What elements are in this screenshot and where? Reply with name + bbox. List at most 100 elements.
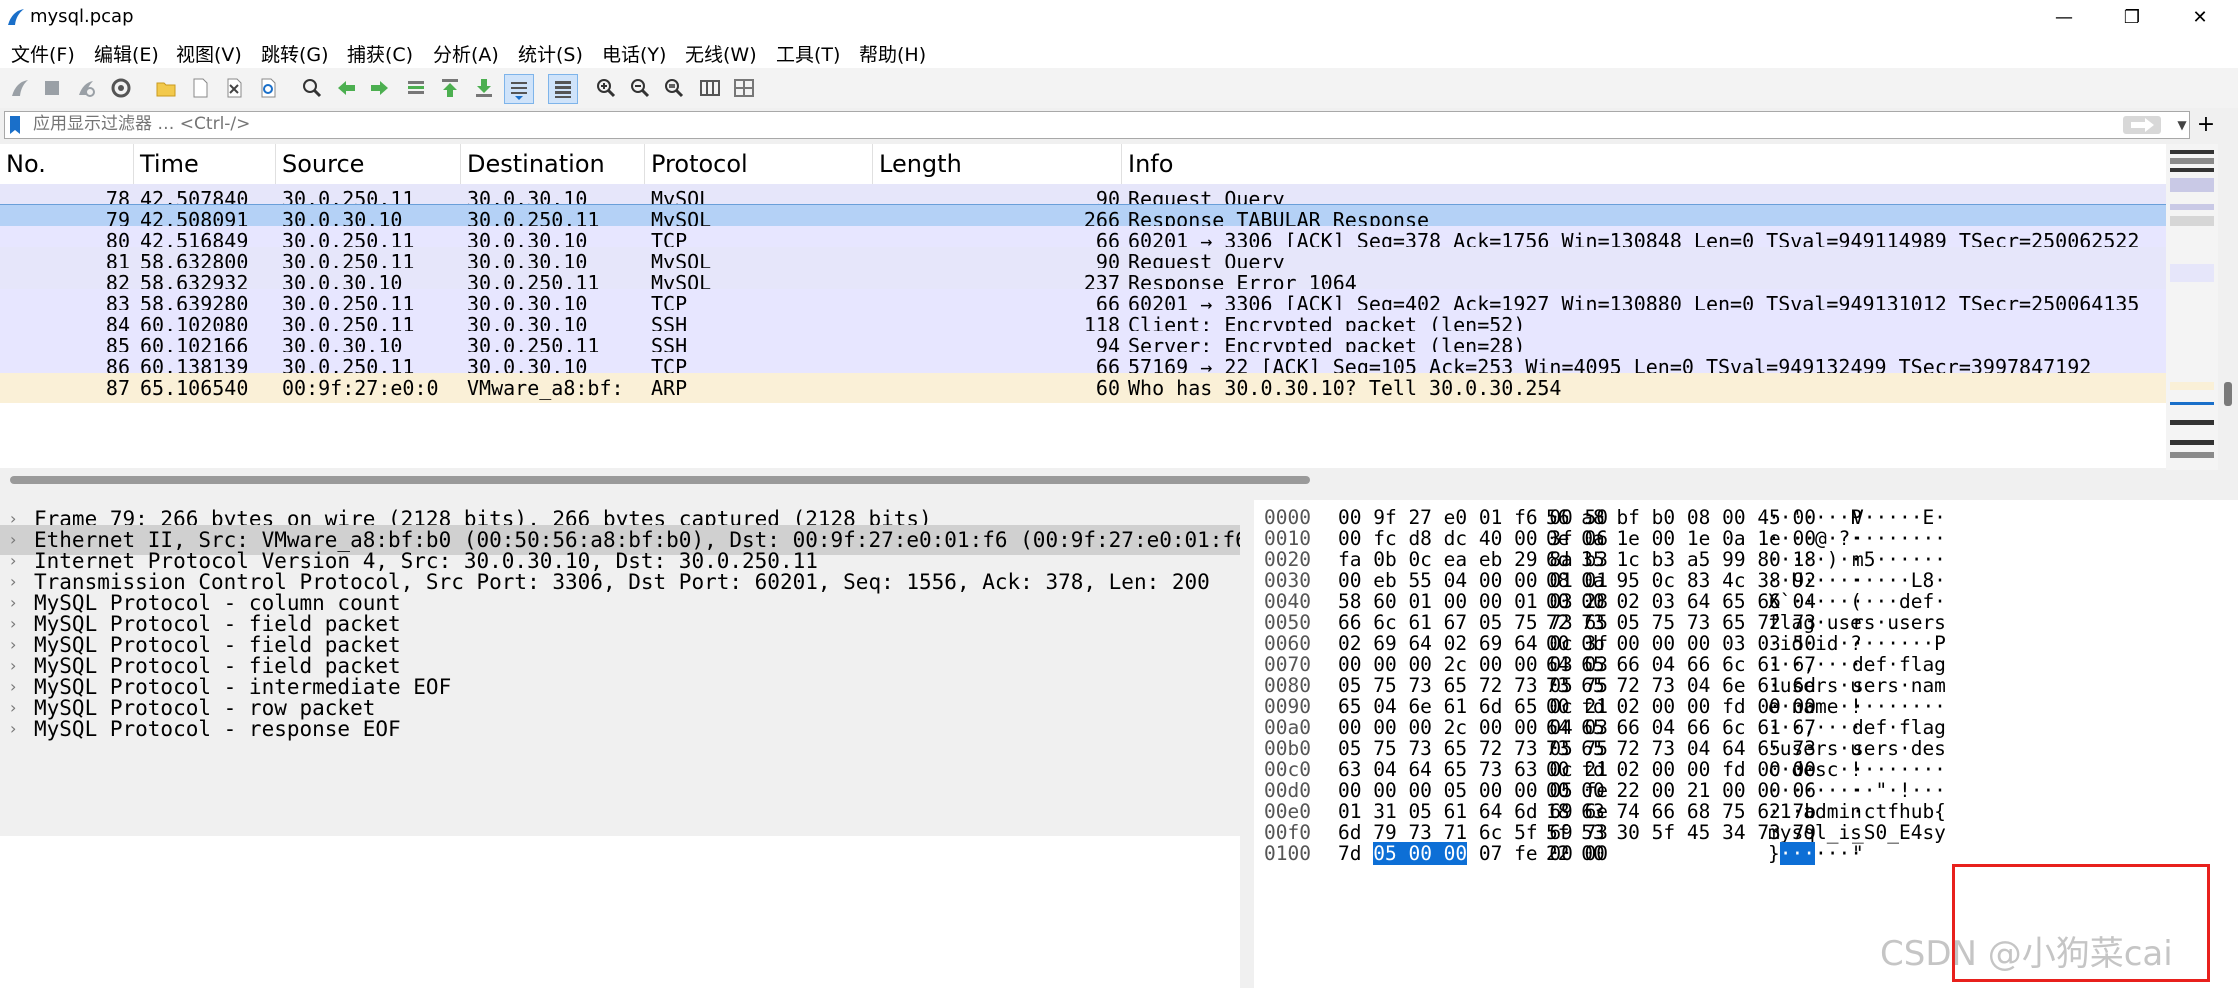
watermark: CSDN @小狗菜cai xyxy=(1880,934,2173,974)
resize-columns-icon xyxy=(700,80,720,96)
hex-bytes-group-2[interactable]: 22 00 xyxy=(1546,840,1605,867)
reload-icon xyxy=(261,78,276,98)
minimize-button[interactable]: — xyxy=(2030,0,2098,34)
save-file-button[interactable] xyxy=(186,74,214,102)
packet-length: 60 xyxy=(1095,376,1120,400)
column-header-time[interactable]: Time xyxy=(134,144,276,184)
horizontal-scrollbar-thumb[interactable] xyxy=(10,476,1310,484)
zoom-in-icon xyxy=(597,79,616,98)
go-forward-icon xyxy=(371,81,388,95)
reload-button[interactable] xyxy=(254,74,282,102)
packet-protocol: ARP xyxy=(651,376,688,400)
shark-fin-start-icon xyxy=(12,80,28,96)
ascii-group-2[interactable]: " xyxy=(1852,840,1864,867)
go-forward-button[interactable] xyxy=(366,74,394,102)
detail-tree-label: MySQL Protocol - response EOF xyxy=(34,717,401,741)
zoom-in-button[interactable] xyxy=(592,74,620,102)
packet-list-header: No. Time Source Destination Protocol Len… xyxy=(0,144,2166,185)
go-to-packet-button[interactable] xyxy=(402,74,430,102)
packet-destination: VMware_a8:bf: xyxy=(467,376,624,400)
restart-icon xyxy=(79,81,95,97)
open-file-button[interactable] xyxy=(152,74,180,102)
add-filter-button[interactable]: + xyxy=(2194,111,2218,137)
packet-source: 00:9f:27:e0:0 xyxy=(282,376,439,400)
detail-tree-item[interactable]: › MySQL Protocol - response EOF xyxy=(0,714,1240,744)
packet-minimap[interactable] xyxy=(2166,144,2218,470)
menu-tools[interactable]: 工具(T) xyxy=(776,40,840,67)
packet-row[interactable]: 87 65.106540 00:9f:27:e0:0 VMware_a8:bf: ARP… xyxy=(0,373,2166,403)
go-first-button[interactable] xyxy=(436,74,464,102)
ascii-plain[interactable]: } xyxy=(1768,842,1780,865)
vertical-scrollbar-thumb[interactable] xyxy=(2224,382,2232,406)
menu-statistics[interactable]: 统计(S) xyxy=(518,40,583,67)
packet-no: 87 xyxy=(105,376,130,400)
menu-telephony[interactable]: 电话(Y) xyxy=(602,40,666,67)
column-header-info[interactable]: Info xyxy=(1122,144,2166,184)
expand-chevron-icon[interactable]: › xyxy=(10,714,26,744)
restart-capture-button[interactable] xyxy=(72,74,100,102)
column-header-protocol[interactable]: Protocol xyxy=(645,144,873,184)
hex-offset[interactable]: 0100 xyxy=(1264,840,1311,867)
packet-list-horizontal-scrollbar[interactable] xyxy=(0,470,2166,488)
ascii-group-1[interactable]: }······· xyxy=(1768,840,1862,867)
menu-go[interactable]: 跳转(G) xyxy=(261,40,329,67)
zoom-out-button[interactable] xyxy=(626,74,654,102)
minimap-stripes xyxy=(2170,150,2214,458)
column-header-length[interactable]: Length xyxy=(873,144,1122,184)
main-toolbar xyxy=(0,68,2238,109)
open-folder-icon xyxy=(156,82,176,97)
minimize-icon: — xyxy=(2055,6,2073,28)
filter-history-dropdown-icon[interactable]: ▼ xyxy=(2173,115,2191,135)
menu-analyze[interactable]: 分析(A) xyxy=(433,40,499,67)
go-last-button[interactable] xyxy=(470,74,498,102)
packet-details-pane: › Frame 79: 266 bytes on wire (2128 bits)… xyxy=(0,500,1260,988)
autoscroll-button[interactable] xyxy=(504,74,534,104)
go-back-icon xyxy=(338,81,355,95)
hex-bytes-selected[interactable]: 05 00 00 xyxy=(1373,842,1468,865)
apply-filter-arrow-icon[interactable] xyxy=(2123,116,2161,134)
restore-icon: ❐ xyxy=(2123,6,2141,28)
find-packet-button[interactable] xyxy=(298,74,326,102)
bookmark-icon[interactable] xyxy=(9,115,21,135)
maximize-button[interactable]: ❐ xyxy=(2098,0,2166,34)
zoom-out-icon xyxy=(631,79,650,98)
zoom-reset-button[interactable] xyxy=(660,74,688,102)
ascii-selected[interactable]: ··· xyxy=(1779,842,1815,865)
title-bar: mysql.pcap — ❐ ✕ xyxy=(0,0,2238,34)
go-back-button[interactable] xyxy=(332,74,360,102)
menu-help[interactable]: 帮助(H) xyxy=(859,40,926,67)
packet-list-vertical-scrollbar[interactable] xyxy=(2218,144,2238,470)
resize-columns-button[interactable] xyxy=(696,74,724,102)
layout-icon xyxy=(734,79,754,97)
hex-row: 0100 7d 05 00 00 07 fe 00 00 22 00}·······… xyxy=(1254,840,2238,867)
wireshark-fin-icon xyxy=(8,9,24,25)
pane-splitter[interactable] xyxy=(0,488,2238,500)
menu-view[interactable]: 视图(V) xyxy=(176,40,242,67)
find-icon xyxy=(303,79,322,98)
column-header-destination[interactable]: Destination xyxy=(461,144,645,184)
display-filter-input[interactable] xyxy=(33,113,2103,135)
stop-capture-button[interactable] xyxy=(38,74,66,102)
column-header-source[interactable]: Source xyxy=(276,144,461,184)
zoom-reset-icon xyxy=(665,79,684,98)
layout-button[interactable] xyxy=(730,74,758,102)
details-hex-divider[interactable] xyxy=(1240,500,1254,988)
packet-info: Who has 30.0.30.10? Tell 30.0.30.254 xyxy=(1128,376,1562,400)
close-button[interactable]: ✕ xyxy=(2166,0,2234,34)
menu-capture[interactable]: 捕获(C) xyxy=(347,40,413,67)
column-header-no[interactable]: No. xyxy=(0,144,134,184)
close-file-button[interactable] xyxy=(220,74,248,102)
menu-edit[interactable]: 编辑(E) xyxy=(94,40,159,67)
start-capture-button[interactable] xyxy=(6,74,34,102)
menu-file[interactable]: 文件(F) xyxy=(11,40,75,67)
autoscroll-icon xyxy=(511,82,527,100)
colorize-button[interactable] xyxy=(548,74,578,104)
hex-bytes-plain[interactable]: 7d xyxy=(1338,842,1373,865)
options-gear-icon xyxy=(111,78,131,98)
capture-options-button[interactable] xyxy=(107,74,135,102)
colorize-icon xyxy=(555,81,571,98)
menu-wireless[interactable]: 无线(W) xyxy=(685,40,757,67)
stop-icon xyxy=(45,81,59,95)
go-first-icon xyxy=(442,79,458,97)
close-icon: ✕ xyxy=(2192,6,2208,28)
